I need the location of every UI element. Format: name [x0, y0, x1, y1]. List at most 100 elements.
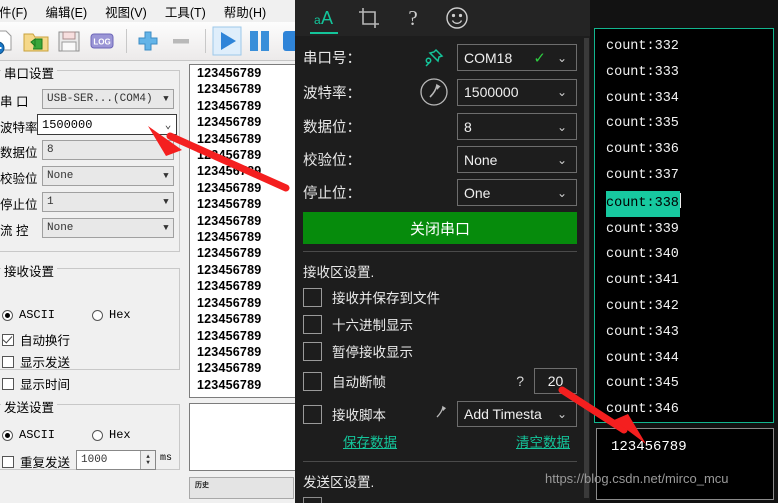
tool-bar: LOG	[0, 22, 295, 61]
menu-help[interactable]: 帮助(H)	[215, 2, 275, 21]
terminal-line: count:342	[606, 298, 679, 314]
close-port-button[interactable]: 关闭串口	[303, 212, 577, 244]
open-folder-icon[interactable]	[21, 26, 51, 56]
new-icon[interactable]	[0, 26, 18, 56]
pause-icon[interactable]	[245, 26, 275, 56]
receive-script-row[interactable]: 接收脚本 Add Timesta ⌄	[295, 401, 590, 427]
svg-text:A: A	[321, 8, 333, 28]
log-icon[interactable]: LOG	[87, 26, 117, 56]
terminal-output[interactable]: count:332 count:333 count:334 count:335 coun…	[594, 28, 774, 423]
stop-bits-select[interactable]: One ⌄	[457, 179, 577, 206]
receive-area-settings-title: 接收区设置.	[303, 265, 375, 280]
baudrate-label: 波特率	[0, 121, 38, 135]
show-time-checkbox[interactable]: 显示时间	[2, 374, 70, 393]
receive-line: 123456789	[197, 82, 262, 97]
play-icon[interactable]	[212, 26, 242, 56]
send-text-area[interactable]	[189, 403, 295, 471]
com-port-value: COM18	[464, 49, 513, 66]
port-select[interactable]: USB-SER...(COM4) ▼	[42, 89, 174, 109]
send-file-checkbox[interactable]	[295, 497, 590, 503]
chevron-down-icon: ⌄	[556, 50, 568, 65]
checkbox-icon	[303, 404, 322, 424]
com-port-select[interactable]: COM18 ✓ ⌄	[457, 44, 577, 71]
add-plus-icon[interactable]	[133, 26, 163, 56]
save-data-link[interactable]: 保存数据	[343, 431, 397, 451]
checkbox-icon	[303, 341, 322, 361]
script-select[interactable]: Add Timesta ⌄	[457, 401, 577, 427]
receive-line: 123456789	[197, 312, 262, 327]
receive-line: 123456789	[197, 148, 262, 163]
pause-receive-checkbox[interactable]: 暂停接收显示	[295, 341, 590, 361]
receive-line: 123456789	[197, 361, 262, 376]
databits-select[interactable]: 8 ▼	[42, 140, 174, 160]
databits-label: 数据位	[0, 146, 38, 160]
menu-file[interactable]: 件(F)	[0, 2, 36, 21]
show-send-checkbox[interactable]: 显示发送	[2, 352, 70, 371]
pin-icon[interactable]	[411, 47, 457, 69]
recv-hex-radio[interactable]: Hex	[92, 308, 131, 322]
parity-select[interactable]: None ⌄	[457, 146, 577, 173]
receive-line: 123456789	[197, 344, 262, 359]
checkbox-icon	[2, 377, 14, 390]
chevron-down-icon: ▼	[163, 223, 169, 233]
receive-text-area[interactable]: 123456789 123456789 123456789 123456789 1234…	[189, 64, 295, 398]
parity-label: 校验位：	[303, 153, 361, 169]
frame-help-icon[interactable]: ?	[516, 373, 524, 389]
checkbox-icon	[2, 455, 14, 468]
stop-bits-value: One	[464, 184, 491, 201]
parity-value: None	[47, 170, 74, 182]
receive-line: 123456789	[197, 262, 262, 277]
remove-minus-icon	[166, 26, 196, 56]
frame-timeout-input[interactable]: 20	[534, 368, 577, 394]
baud-rate-select[interactable]: 1500000 ⌄	[457, 78, 577, 106]
databits-value: 8	[47, 144, 54, 156]
smiley-icon[interactable]	[435, 0, 479, 36]
radio-dot-icon	[2, 429, 13, 441]
baud-rate-row: 波特率： 1500000 ⌄	[295, 77, 590, 107]
baudrate-select[interactable]: 1500000 ⌄	[37, 114, 177, 135]
font-size-icon[interactable]: a A	[303, 0, 347, 36]
menu-view[interactable]: 视图(V)	[96, 2, 156, 21]
help-question-icon[interactable]: ?	[391, 0, 435, 36]
flowcontrol-label: 流 控	[0, 224, 29, 238]
dark-toolbar: a A ?	[295, 0, 590, 36]
stop-icon[interactable]	[278, 26, 295, 56]
terminal-line: count:341	[606, 273, 679, 289]
port-label: 串 口	[0, 95, 29, 109]
repeat-interval-value: 1000	[81, 454, 108, 466]
stepper-arrows-icon[interactable]: ▲ ▼	[140, 451, 155, 469]
clear-data-link[interactable]: 清空数据	[516, 431, 570, 451]
auto-frame-break-row[interactable]: 自动断帧 ? 20	[295, 368, 590, 394]
stopbits-value: 1	[47, 196, 54, 208]
terminal-send-box[interactable]: 123456789	[596, 428, 774, 500]
data-bits-select[interactable]: 8 ⌄	[457, 113, 577, 140]
wand-icon[interactable]	[411, 77, 457, 107]
flowcontrol-select[interactable]: None ▼	[42, 218, 174, 238]
stopbits-select[interactable]: 1 ▼	[42, 192, 174, 212]
chevron-down-icon: ⌄	[556, 185, 568, 200]
menu-edit[interactable]: 编辑(E)	[36, 2, 96, 21]
terminal-lines: count:332 count:333 count:334 count:335 coun…	[595, 34, 773, 422]
radio-dot-icon	[92, 429, 103, 441]
crop-icon[interactable]	[347, 0, 391, 36]
checkbox-icon	[303, 314, 322, 334]
parity-value: None	[464, 151, 498, 168]
send-settings-title: 发送设置	[1, 397, 58, 416]
send-ascii-radio[interactable]: ASCII	[2, 428, 55, 442]
stopbits-label: 停止位	[0, 198, 38, 212]
save-to-file-checkbox[interactable]: 接收并保存到文件	[295, 287, 590, 307]
terminal-line-highlighted: count:338	[595, 189, 773, 217]
auto-wrap-checkbox[interactable]: 自动换行	[2, 330, 70, 349]
chevron-down-icon: ⌄	[556, 407, 568, 421]
hex-display-checkbox[interactable]: 十六进制显示	[295, 314, 590, 334]
repeat-interval-stepper[interactable]: 1000 ▲ ▼	[76, 450, 156, 470]
script-wand-icon[interactable]	[431, 404, 449, 425]
parity-select[interactable]: None ▼	[42, 166, 174, 186]
save-disk-icon[interactable]	[54, 26, 84, 56]
repeat-send-checkbox[interactable]: 重复发送	[2, 452, 70, 471]
send-hex-radio[interactable]: Hex	[92, 428, 131, 442]
recv-ascii-radio[interactable]: ASCII	[2, 308, 55, 322]
terminal-send-text: 123456789	[611, 439, 687, 455]
dark-panel-scrollbar[interactable]	[584, 38, 589, 498]
menu-tools[interactable]: 工具(T)	[156, 2, 215, 21]
